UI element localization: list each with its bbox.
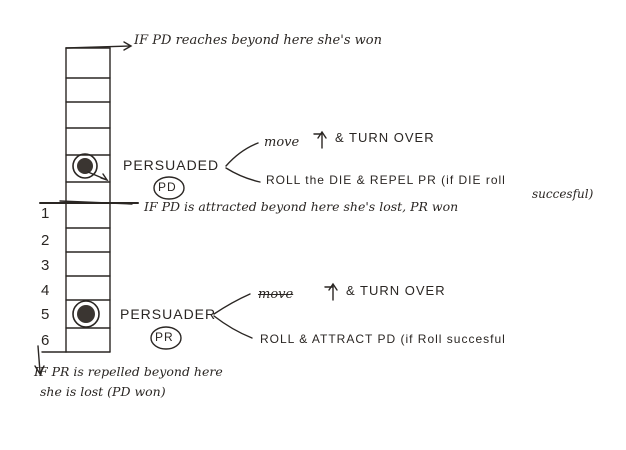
persuaded-option2-line1: ROLL the DIE & REPEL PR (if DIE roll [266,173,506,187]
top-boundary-arrow [65,41,133,51]
persuaded-up-arrow-icon [313,130,327,149]
persuader-option1-move: move [258,287,294,302]
top-boundary-note: IF PD reaches beyond here she's won [134,33,382,48]
sketch-canvas [34,41,338,376]
row-number-2: 2 [41,232,51,249]
pr-token [72,300,100,328]
pr-abbr: PR [155,330,174,344]
bottom-boundary-note-line2: she is lost (PD won) [40,384,166,399]
persuader-up-arrow-icon [324,282,338,301]
persuaded-brace [225,142,261,183]
persuaded-option2-line2: succesful) [532,187,594,201]
bottom-boundary-note-line1: IF PR is repelled beyond here [34,364,223,379]
persuader-label: PERSUADER [120,306,217,322]
persuaded-option1-rest: & TURN OVER [335,130,435,145]
persuader-brace [213,293,253,339]
pd-abbr: PD [158,180,177,194]
persuader-option1-rest: & TURN OVER [346,283,446,298]
row-number-1: 1 [41,205,51,222]
middle-boundary-line [39,200,139,205]
pd-token [72,153,109,182]
row-number-5: 5 [41,306,51,323]
persuader-option2: ROLL & ATTRACT PD (if Roll succesful [260,332,506,346]
persuaded-label: PERSUADED [123,157,220,173]
row-number-4: 4 [41,282,51,299]
row-number-6: 6 [41,332,51,349]
persuaded-option1-move: move [264,135,300,150]
row-number-3: 3 [41,257,51,274]
middle-boundary-note: IF PD is attracted beyond here she's los… [144,199,459,214]
